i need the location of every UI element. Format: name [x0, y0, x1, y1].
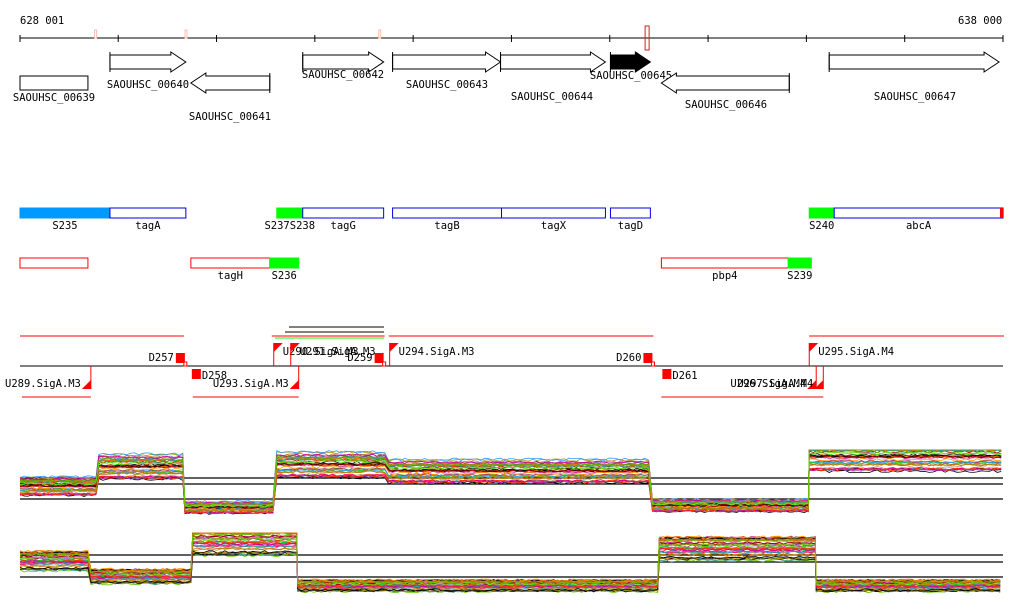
promoter-flag-icon — [289, 380, 299, 389]
annotation-label: abcA — [906, 220, 932, 232]
downstream-marker — [662, 369, 672, 379]
annotation-box[interactable] — [808, 207, 835, 219]
expression-plus-trace — [19, 467, 1002, 515]
annotation-box[interactable] — [787, 257, 812, 269]
gene-label[interactable]: SAOUHSC_00640 — [107, 79, 189, 91]
promoter-label: U297.SigA.M4 — [737, 378, 813, 390]
expression-plus-trace — [19, 467, 1002, 515]
expression-plus-trace — [19, 467, 1002, 514]
gene-label[interactable]: SAOUHSC_00644 — [511, 91, 593, 103]
gene-label[interactable]: SAOUHSC_00647 — [874, 91, 956, 103]
annotation-label: pbp4 — [712, 270, 737, 282]
annotation-label: S237S238 — [264, 220, 315, 232]
expression-minus-trace — [19, 532, 1001, 582]
gene-label[interactable]: SAOUHSC_00643 — [406, 79, 488, 91]
gene-label[interactable]: SAOUHSC_00642 — [302, 69, 384, 81]
gene-arrow[interactable] — [109, 51, 187, 73]
annotation-end-mark — [1000, 208, 1003, 218]
promoter-label: U293.SigA.M3 — [213, 378, 289, 390]
downstream-label: D261 — [672, 370, 697, 382]
gene-arrow[interactable] — [189, 72, 271, 94]
downstream-marker — [191, 369, 201, 379]
gene-arrow[interactable] — [660, 72, 790, 94]
annotation-label: tagH — [218, 270, 243, 282]
gene-arrow[interactable] — [392, 51, 502, 73]
annotation-label: tagD — [618, 220, 643, 232]
annotation-label: tagA — [135, 220, 161, 232]
gene-arrow[interactable] — [828, 51, 1000, 73]
promoter-label: U291.SigA.M3 — [300, 346, 376, 358]
downstream-tick — [382, 361, 387, 367]
ruler-end-label: 638 000 — [958, 15, 1002, 27]
expression-minus-trace — [19, 532, 1001, 583]
gene-arrow[interactable] — [500, 51, 607, 73]
downstream-label: D257 — [149, 352, 174, 364]
annotation-box[interactable] — [109, 207, 187, 219]
expression-minus-trace — [19, 532, 1001, 583]
annotation-label: S236 — [272, 270, 297, 282]
promoter-label: U294.SigA.M3 — [399, 346, 475, 358]
annotation-box[interactable] — [269, 257, 300, 269]
promoter-flag-icon — [809, 343, 819, 352]
annotation-box[interactable] — [19, 207, 111, 219]
ruler-start-label: 628 001 — [20, 15, 64, 27]
promoter-label: U295.SigA.M4 — [818, 346, 894, 358]
region-marker — [378, 29, 382, 39]
annotation-box[interactable] — [302, 207, 385, 219]
downstream-tick — [650, 361, 655, 367]
region-marker — [94, 29, 98, 39]
gene-arrow[interactable] — [609, 51, 652, 73]
promoter-flag-icon — [81, 380, 91, 389]
annotation-box[interactable] — [190, 257, 271, 269]
region-marker — [184, 29, 188, 39]
annotation-label: tagX — [541, 220, 567, 232]
gene-label[interactable]: SAOUHSC_00645 — [590, 70, 672, 82]
downstream-tick — [183, 361, 188, 367]
annotation-label: S240 — [809, 220, 834, 232]
annotation-box[interactable] — [392, 207, 503, 219]
promoter-flag-icon — [389, 343, 399, 352]
annotation-label: tagB — [434, 220, 459, 232]
annotation-label: S239 — [787, 270, 812, 282]
gene-label[interactable]: SAOUHSC_00641 — [189, 111, 271, 123]
promoter-flag-icon — [273, 343, 283, 352]
genome-browser-view[interactable]: 628 001 638 000 SAOUHSC_00639 SAOUHSC_00640… — [0, 0, 1024, 611]
downstream-label: D260 — [616, 352, 641, 364]
promoter-label: U289.SigA.M3 — [5, 378, 81, 390]
expression-plus-trace — [19, 467, 1002, 515]
gene-label[interactable]: SAOUHSC_00639 — [13, 92, 95, 104]
gene-label[interactable]: SAOUHSC_00646 — [685, 99, 767, 111]
expression-minus-trace — [19, 532, 1001, 582]
annotation-box[interactable] — [19, 257, 89, 269]
gene-arrow[interactable] — [19, 75, 89, 91]
annotation-box[interactable] — [833, 207, 1004, 219]
annotation-box[interactable] — [276, 207, 304, 219]
expression-minus-trace — [19, 532, 1001, 583]
annotation-box[interactable] — [660, 257, 789, 269]
annotation-box[interactable] — [609, 207, 651, 219]
annotation-box[interactable] — [501, 207, 606, 219]
annotation-label: tagG — [331, 220, 356, 232]
annotation-label: S235 — [52, 220, 77, 232]
expression-minus-trace — [19, 532, 1001, 583]
